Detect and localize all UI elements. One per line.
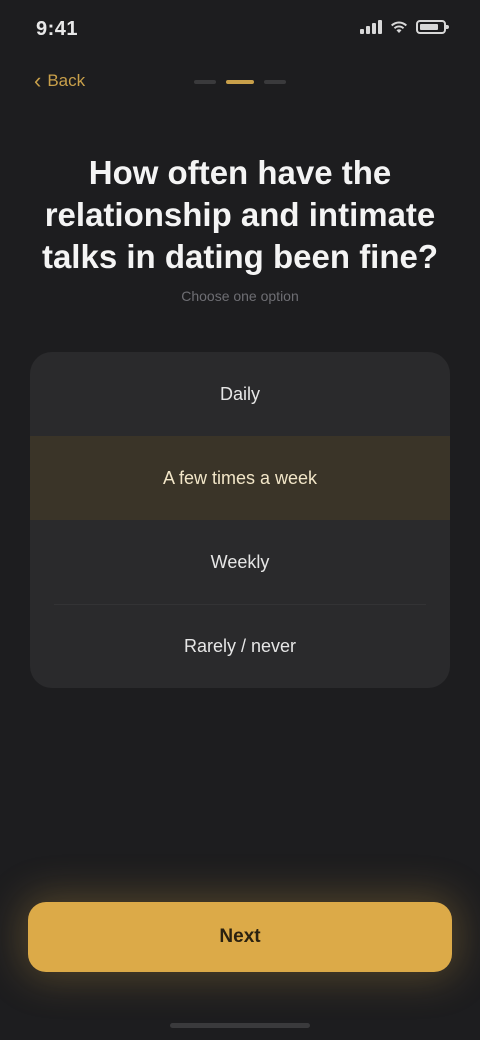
status-bar: 9:41 — [0, 0, 480, 60]
progress-dot — [226, 80, 254, 84]
progress-dot — [264, 80, 286, 84]
option-label: Weekly — [210, 551, 270, 572]
progress-dot — [194, 80, 216, 84]
option-rarely[interactable]: Rarely / never — [30, 604, 450, 688]
signal-icon — [360, 20, 382, 34]
progress-indicator — [194, 80, 286, 84]
options-card: Daily A few times a week Weekly Rarely /… — [30, 352, 450, 688]
home-indicator — [170, 1023, 310, 1028]
back-label: Back — [47, 71, 86, 90]
status-time: 9:41 — [36, 18, 79, 40]
chevron-left-icon: ‹ — [34, 68, 42, 93]
option-daily[interactable]: Daily — [30, 352, 450, 436]
option-few-times-week[interactable]: A few times a week — [30, 436, 450, 520]
onboarding-screen: 9:41 ‹ Back How often have the relations… — [0, 0, 480, 1040]
wifi-icon — [391, 21, 407, 33]
question-subtitle: Choose one option — [181, 288, 299, 304]
option-label: Daily — [219, 383, 260, 404]
nav-row: ‹ Back — [0, 66, 480, 106]
battery-icon — [416, 20, 449, 34]
next-button[interactable]: Next — [28, 902, 452, 972]
option-label: A few times a week — [162, 467, 318, 488]
status-icons — [360, 20, 449, 34]
battery-fill — [420, 24, 438, 30]
option-label: Rarely / never — [183, 635, 297, 656]
next-button-label: Next — [219, 926, 261, 947]
question-title: How often have the relationship and inti… — [41, 154, 439, 275]
back-button[interactable]: ‹ Back — [34, 70, 85, 92]
option-weekly[interactable]: Weekly — [30, 520, 450, 604]
